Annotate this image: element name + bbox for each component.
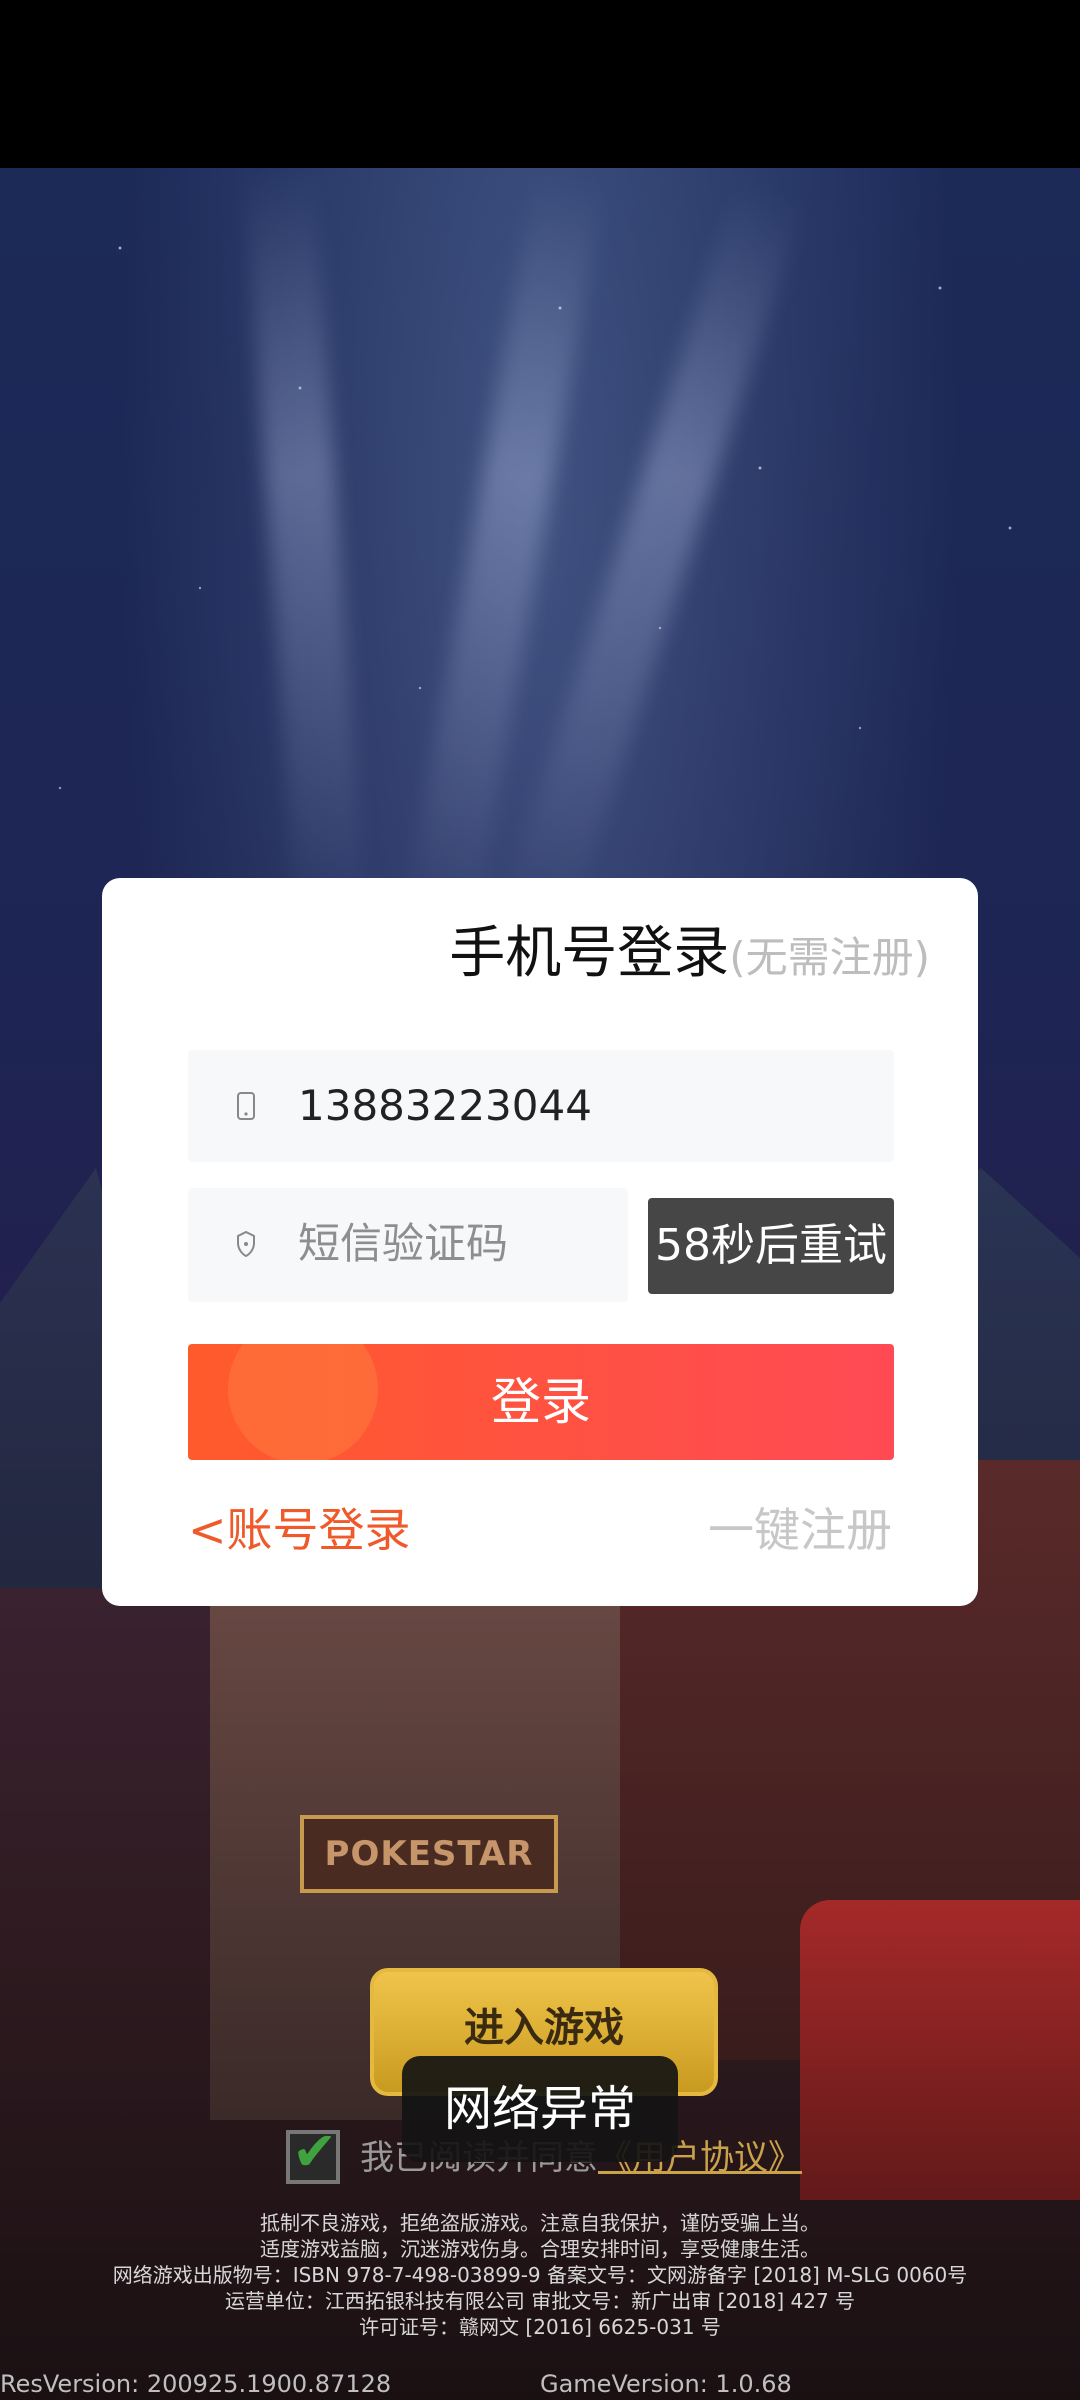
shield-icon [236,1230,256,1258]
dialog-title-main: 手机号登录 [449,921,730,986]
phone-login-dialog: 手机号登录(无需注册) 13883223044 短信验证码 58秒后重试 登录 … [102,878,978,1606]
legal-notice: 抵制不良游戏，拒绝盗版游戏。注意自我保护，谨防受骗上当。 适度游戏益脑，沉迷游戏… [0,2210,1080,2340]
dialog-title: 手机号登录(无需注册) [102,908,978,1008]
game-version: GameVersion: 1.0.68 [540,2370,792,2398]
one-click-register-link[interactable]: 一键注册 [708,1494,892,1560]
agreement-checkbox[interactable]: ✔ [286,2120,340,2184]
res-version: ResVersion: 200925.1900.87128 [0,2370,392,2398]
resend-code-button[interactable]: 58秒后重试 [648,1198,894,1294]
phone-value: 13883223044 [298,1081,592,1130]
red-bus [800,1900,1080,2200]
phone-icon [236,1092,256,1120]
notice-line: 网络游戏出版物号：ISBN 978-7-498-03899-9 备案文号：文网游… [112,2263,968,2287]
sms-code-placeholder: 短信验证码 [298,1219,509,1268]
notice-line: 抵制不良游戏，拒绝盗版游戏。注意自我保护，谨防受骗上当。 [260,2211,820,2235]
network-error-toast: 网络异常 [402,2056,678,2162]
dialog-title-sub: (无需注册) [729,933,930,982]
version-bar: ResVersion: 200925.1900.87128 GameVersio… [0,2366,1080,2400]
account-login-link[interactable]: <账号登录 [188,1494,411,1560]
notice-line: 适度游戏益脑，沉迷游戏伤身。合理安排时间，享受健康生活。 [260,2237,820,2261]
login-button-label: 登录 [491,1373,591,1431]
checkmark-icon: ✔ [292,2120,338,2183]
notice-line: 许可证号：赣网文 [2016] 6625-031 号 [359,2315,721,2339]
phone-input[interactable]: 13883223044 [188,1050,894,1162]
notice-line: 运营单位：江西拓银科技有限公司 审批文号：新广出审 [2018] 427 号 [224,2289,856,2313]
sms-code-input[interactable]: 短信验证码 [188,1188,628,1302]
status-bar [0,0,1080,168]
login-button[interactable]: 登录 [188,1344,894,1460]
login-button-decoration [228,1344,378,1460]
pokestar-sign: POKESTAR [300,1815,558,1893]
